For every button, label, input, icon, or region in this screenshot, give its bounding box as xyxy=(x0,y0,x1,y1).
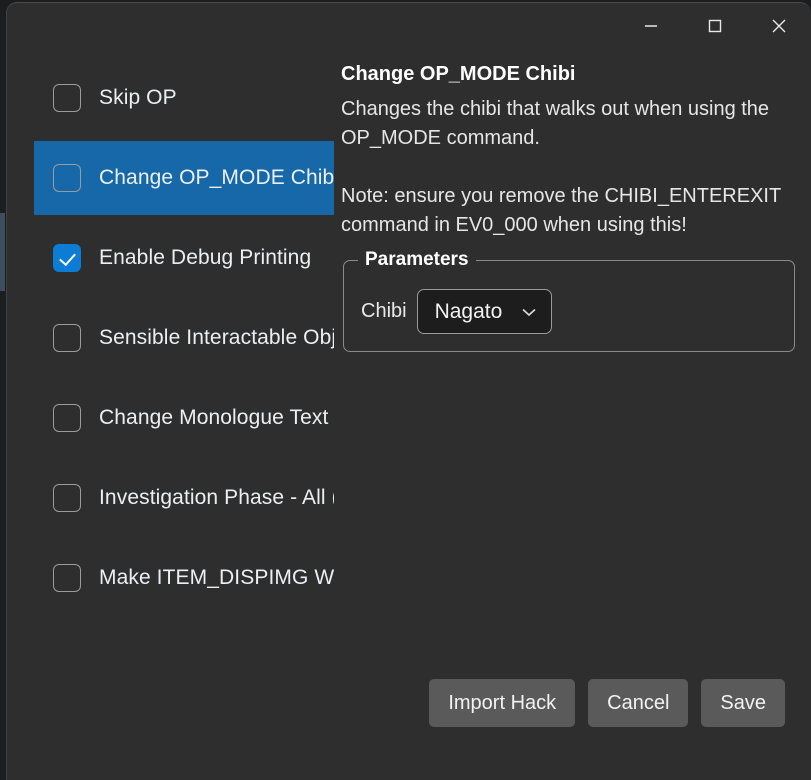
screen: Skip OP Change OP_MODE Chibi Enable Debug … xyxy=(0,0,811,780)
save-button[interactable]: Save xyxy=(701,679,785,727)
hack-checkbox[interactable] xyxy=(53,484,81,512)
list-item-label: Skip OP xyxy=(99,86,177,109)
desktop-background-strip xyxy=(0,213,5,291)
list-item[interactable]: Make ITEM_DISPIMG Wo xyxy=(34,541,334,615)
hack-checkbox[interactable] xyxy=(53,564,81,592)
detail-description: Changes the chibi that walks out when us… xyxy=(341,98,781,236)
list-item[interactable]: Skip OP xyxy=(34,61,334,135)
list-item[interactable]: Sensible Interactable Obj xyxy=(34,301,334,375)
list-item-label: Enable Debug Printing xyxy=(99,246,312,269)
maximize-button[interactable] xyxy=(683,3,747,49)
hack-checkbox[interactable] xyxy=(53,84,81,112)
list-item-label: Sensible Interactable Obj xyxy=(99,326,334,349)
hack-checkbox[interactable] xyxy=(53,164,81,192)
cancel-button[interactable]: Cancel xyxy=(588,679,689,727)
chevron-down-icon xyxy=(519,302,539,322)
footer-buttons: Import Hack Cancel Save xyxy=(429,679,785,727)
maximize-icon xyxy=(704,15,726,37)
chibi-dropdown[interactable]: Nagato xyxy=(416,289,552,334)
list-item[interactable]: Change Monologue Text xyxy=(34,381,334,455)
close-icon xyxy=(768,15,790,37)
list-item-label: Investigation Phase - All ( xyxy=(99,486,334,509)
title-bar xyxy=(7,3,811,49)
list-item[interactable]: Investigation Phase - All ( xyxy=(34,461,334,535)
list-item-label: Change Monologue Text xyxy=(99,406,329,429)
detail-title: Change OP_MODE Chibi xyxy=(341,63,576,85)
import-hack-button[interactable]: Import Hack xyxy=(429,679,576,727)
minimize-icon xyxy=(640,15,662,37)
hack-checkbox[interactable] xyxy=(53,404,81,432)
parameters-groupbox: Parameters Chibi Nagato xyxy=(343,249,795,352)
detail-panel: Change OP_MODE Chibi Changes the chibi t… xyxy=(341,61,796,240)
hack-list[interactable]: Skip OP Change OP_MODE Chibi Enable Debug … xyxy=(7,49,334,649)
list-item[interactable]: Enable Debug Printing xyxy=(34,221,334,295)
list-item[interactable]: Change OP_MODE Chibi xyxy=(34,141,334,215)
close-button[interactable] xyxy=(747,3,811,49)
parameters-legend: Parameters xyxy=(358,249,476,271)
hack-checkbox[interactable] xyxy=(53,324,81,352)
parameter-label-chibi: Chibi xyxy=(361,300,407,322)
minimize-button[interactable] xyxy=(619,3,683,49)
chibi-dropdown-value: Nagato xyxy=(434,299,503,323)
hack-settings-window: Skip OP Change OP_MODE Chibi Enable Debug … xyxy=(6,2,811,780)
list-item-label: Make ITEM_DISPIMG Wo xyxy=(99,566,334,589)
hack-checkbox[interactable] xyxy=(53,244,81,272)
parameter-row-chibi: Chibi Nagato xyxy=(361,289,552,334)
list-item-label: Change OP_MODE Chibi xyxy=(99,166,334,189)
